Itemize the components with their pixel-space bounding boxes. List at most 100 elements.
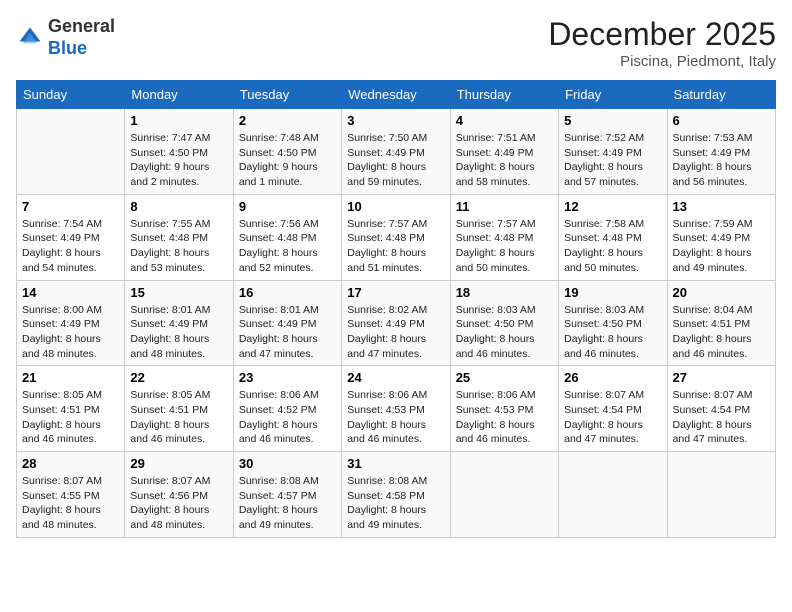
day-header-saturday: Saturday <box>667 81 775 109</box>
calendar-cell: 13Sunrise: 7:59 AM Sunset: 4:49 PM Dayli… <box>667 194 775 280</box>
calendar-cell: 31 Sunrise: 8:08 AM Sunset: 4:58 PM Dayli… <box>342 452 450 538</box>
day-number: 29 <box>130 456 227 471</box>
week-row-4: 21 Sunrise: 8:05 AM Sunset: 4:51 PM Dayli… <box>17 366 776 452</box>
week-row-5: 28Sunrise: 8:07 AM Sunset: 4:55 PM Dayli… <box>17 452 776 538</box>
calendar-cell <box>667 452 775 538</box>
calendar-cell: 26Sunrise: 8:07 AM Sunset: 4:54 PM Dayli… <box>559 366 667 452</box>
week-row-3: 14 Sunrise: 8:00 AM Sunset: 4:49 PM Dayli… <box>17 280 776 366</box>
calendar-cell: 4 Sunrise: 7:51 AM Sunset: 4:49 PM Daylig… <box>450 109 558 195</box>
day-info: Sunrise: 7:56 AM Sunset: 4:48 PM Dayligh… <box>239 217 336 276</box>
day-info: Sunrise: 8:06 AM Sunset: 4:52 PM Dayligh… <box>239 388 336 447</box>
day-header-friday: Friday <box>559 81 667 109</box>
calendar-cell: 24 Sunrise: 8:06 AM Sunset: 4:53 PM Dayli… <box>342 366 450 452</box>
day-info: Sunrise: 7:48 AM Sunset: 4:50 PM Dayligh… <box>239 131 336 190</box>
title-block: December 2025 Piscina, Piedmont, Italy <box>548 16 776 70</box>
day-info: Sunrise: 8:06 AM Sunset: 4:53 PM Dayligh… <box>456 388 553 447</box>
day-number: 16 <box>239 285 336 300</box>
week-row-1: 1 Sunrise: 7:47 AM Sunset: 4:50 PM Daylig… <box>17 109 776 195</box>
day-number: 17 <box>347 285 444 300</box>
day-number: 22 <box>130 370 227 385</box>
calendar-cell: 9 Sunrise: 7:56 AM Sunset: 4:48 PM Daylig… <box>233 194 341 280</box>
day-number: 31 <box>347 456 444 471</box>
calendar-table: SundayMondayTuesdayWednesdayThursdayFrid… <box>16 80 776 538</box>
day-number: 27 <box>673 370 770 385</box>
calendar-cell: 14 Sunrise: 8:00 AM Sunset: 4:49 PM Dayli… <box>17 280 125 366</box>
day-number: 6 <box>673 113 770 128</box>
day-info: Sunrise: 8:07 AM Sunset: 4:54 PM Dayligh… <box>673 388 770 447</box>
logo: General Blue <box>16 16 115 59</box>
day-number: 23 <box>239 370 336 385</box>
page-header: General Blue December 2025 Piscina, Pied… <box>16 16 776 70</box>
calendar-cell: 20 Sunrise: 8:04 AM Sunset: 4:51 PM Dayli… <box>667 280 775 366</box>
day-number: 2 <box>239 113 336 128</box>
day-info: Sunrise: 8:00 AM Sunset: 4:49 PM Dayligh… <box>22 303 119 362</box>
calendar-cell: 1 Sunrise: 7:47 AM Sunset: 4:50 PM Daylig… <box>125 109 233 195</box>
calendar-cell: 18Sunrise: 8:03 AM Sunset: 4:50 PM Dayli… <box>450 280 558 366</box>
calendar-cell: 12 Sunrise: 7:58 AM Sunset: 4:48 PM Dayli… <box>559 194 667 280</box>
day-info: Sunrise: 7:55 AM Sunset: 4:48 PM Dayligh… <box>130 217 227 276</box>
logo-text: General Blue <box>48 16 115 59</box>
week-row-2: 7 Sunrise: 7:54 AM Sunset: 4:49 PM Daylig… <box>17 194 776 280</box>
calendar-cell: 15 Sunrise: 8:01 AM Sunset: 4:49 PM Dayli… <box>125 280 233 366</box>
day-number: 14 <box>22 285 119 300</box>
location: Piscina, Piedmont, Italy <box>548 53 776 70</box>
day-info: Sunrise: 8:02 AM Sunset: 4:49 PM Dayligh… <box>347 303 444 362</box>
day-info: Sunrise: 8:01 AM Sunset: 4:49 PM Dayligh… <box>239 303 336 362</box>
calendar-cell: 22 Sunrise: 8:05 AM Sunset: 4:51 PM Dayli… <box>125 366 233 452</box>
calendar-cell <box>559 452 667 538</box>
day-info: Sunrise: 8:05 AM Sunset: 4:51 PM Dayligh… <box>130 388 227 447</box>
day-info: Sunrise: 7:51 AM Sunset: 4:49 PM Dayligh… <box>456 131 553 190</box>
logo-blue: Blue <box>48 38 87 58</box>
day-number: 8 <box>130 199 227 214</box>
day-info: Sunrise: 8:07 AM Sunset: 4:56 PM Dayligh… <box>130 474 227 533</box>
day-info: Sunrise: 8:06 AM Sunset: 4:53 PM Dayligh… <box>347 388 444 447</box>
calendar-cell: 8 Sunrise: 7:55 AM Sunset: 4:48 PM Daylig… <box>125 194 233 280</box>
day-number: 26 <box>564 370 661 385</box>
day-info: Sunrise: 8:08 AM Sunset: 4:58 PM Dayligh… <box>347 474 444 533</box>
calendar-cell <box>450 452 558 538</box>
calendar-cell: 2 Sunrise: 7:48 AM Sunset: 4:50 PM Daylig… <box>233 109 341 195</box>
day-info: Sunrise: 7:54 AM Sunset: 4:49 PM Dayligh… <box>22 217 119 276</box>
day-info: Sunrise: 7:59 AM Sunset: 4:49 PM Dayligh… <box>673 217 770 276</box>
calendar-cell: 7 Sunrise: 7:54 AM Sunset: 4:49 PM Daylig… <box>17 194 125 280</box>
day-number: 11 <box>456 199 553 214</box>
day-number: 15 <box>130 285 227 300</box>
calendar-cell: 17 Sunrise: 8:02 AM Sunset: 4:49 PM Dayli… <box>342 280 450 366</box>
day-number: 9 <box>239 199 336 214</box>
day-header-wednesday: Wednesday <box>342 81 450 109</box>
calendar-cell: 3 Sunrise: 7:50 AM Sunset: 4:49 PM Daylig… <box>342 109 450 195</box>
calendar-cell: 10Sunrise: 7:57 AM Sunset: 4:48 PM Dayli… <box>342 194 450 280</box>
day-header-monday: Monday <box>125 81 233 109</box>
day-number: 3 <box>347 113 444 128</box>
day-info: Sunrise: 7:50 AM Sunset: 4:49 PM Dayligh… <box>347 131 444 190</box>
days-header-row: SundayMondayTuesdayWednesdayThursdayFrid… <box>17 81 776 109</box>
day-header-sunday: Sunday <box>17 81 125 109</box>
day-info: Sunrise: 7:53 AM Sunset: 4:49 PM Dayligh… <box>673 131 770 190</box>
day-number: 20 <box>673 285 770 300</box>
calendar-cell: 5Sunrise: 7:52 AM Sunset: 4:49 PM Daylig… <box>559 109 667 195</box>
day-info: Sunrise: 8:07 AM Sunset: 4:55 PM Dayligh… <box>22 474 119 533</box>
calendar-cell: 27 Sunrise: 8:07 AM Sunset: 4:54 PM Dayli… <box>667 366 775 452</box>
day-info: Sunrise: 7:57 AM Sunset: 4:48 PM Dayligh… <box>347 217 444 276</box>
calendar-cell: 23 Sunrise: 8:06 AM Sunset: 4:52 PM Dayli… <box>233 366 341 452</box>
calendar-cell: 11 Sunrise: 7:57 AM Sunset: 4:48 PM Dayli… <box>450 194 558 280</box>
day-number: 7 <box>22 199 119 214</box>
day-number: 21 <box>22 370 119 385</box>
day-info: Sunrise: 8:04 AM Sunset: 4:51 PM Dayligh… <box>673 303 770 362</box>
day-info: Sunrise: 8:08 AM Sunset: 4:57 PM Dayligh… <box>239 474 336 533</box>
day-info: Sunrise: 8:01 AM Sunset: 4:49 PM Dayligh… <box>130 303 227 362</box>
day-info: Sunrise: 7:57 AM Sunset: 4:48 PM Dayligh… <box>456 217 553 276</box>
day-info: Sunrise: 8:03 AM Sunset: 4:50 PM Dayligh… <box>456 303 553 362</box>
day-info: Sunrise: 7:58 AM Sunset: 4:48 PM Dayligh… <box>564 217 661 276</box>
day-number: 24 <box>347 370 444 385</box>
calendar-cell: 25Sunrise: 8:06 AM Sunset: 4:53 PM Dayli… <box>450 366 558 452</box>
day-number: 4 <box>456 113 553 128</box>
calendar-cell: 6 Sunrise: 7:53 AM Sunset: 4:49 PM Daylig… <box>667 109 775 195</box>
day-info: Sunrise: 7:52 AM Sunset: 4:49 PM Dayligh… <box>564 131 661 190</box>
day-number: 19 <box>564 285 661 300</box>
day-number: 1 <box>130 113 227 128</box>
day-info: Sunrise: 7:47 AM Sunset: 4:50 PM Dayligh… <box>130 131 227 190</box>
calendar-cell: 21Sunrise: 8:05 AM Sunset: 4:51 PM Dayli… <box>17 366 125 452</box>
calendar-cell: 16 Sunrise: 8:01 AM Sunset: 4:49 PM Dayli… <box>233 280 341 366</box>
day-number: 12 <box>564 199 661 214</box>
